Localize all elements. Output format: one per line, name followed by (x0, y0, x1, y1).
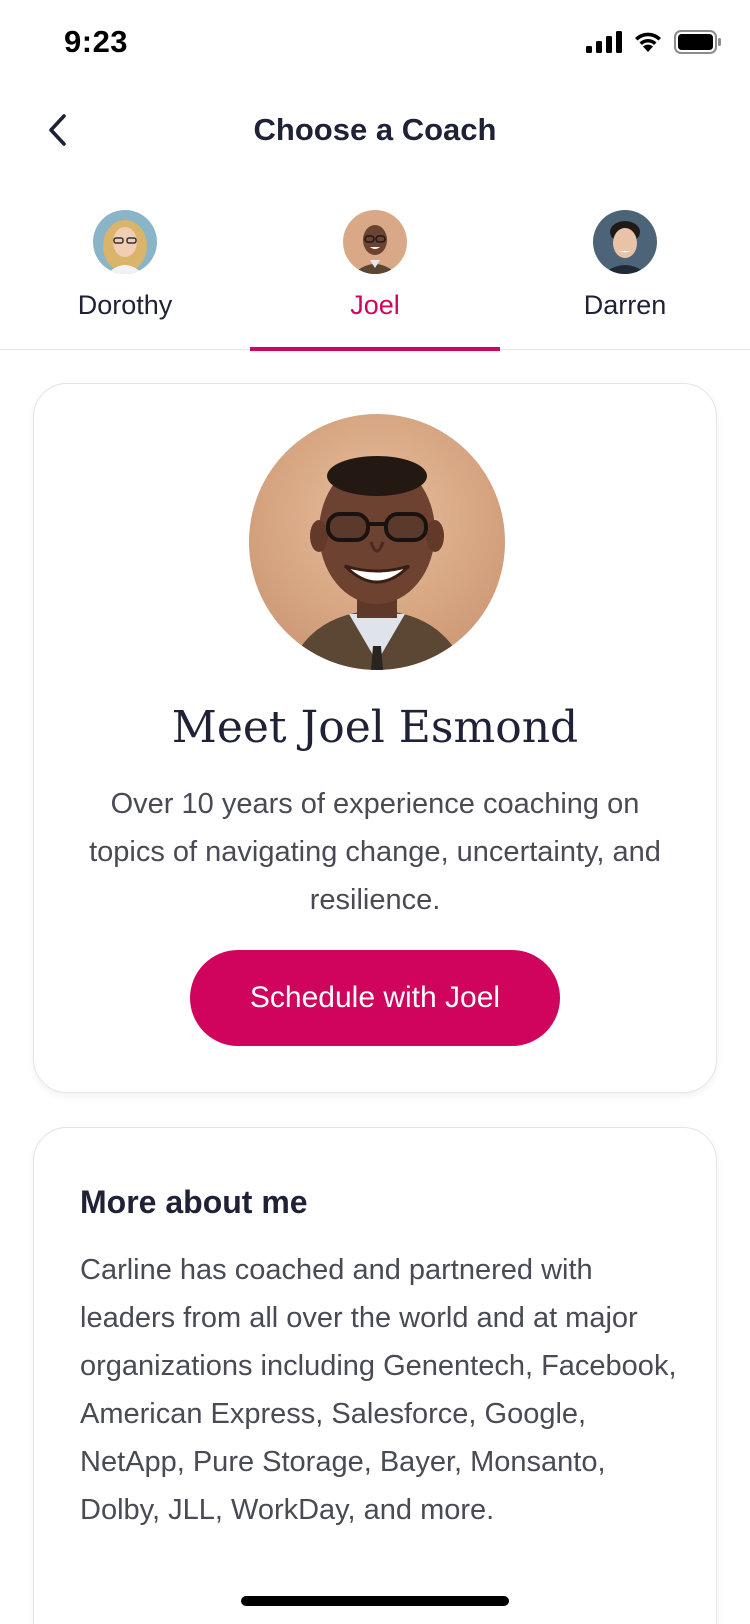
wifi-icon (635, 32, 661, 52)
active-tab-indicator (250, 347, 500, 351)
status-time: 9:23 (64, 24, 129, 59)
avatar-darren (593, 210, 657, 274)
coach-name-heading: Meet Joel Esmond (171, 702, 579, 753)
about-heading: More about me (80, 1184, 308, 1220)
navigation-bar: Choose a Coach (0, 92, 750, 172)
tab-darren[interactable]: Darren (500, 200, 750, 350)
avatar-joel (343, 210, 407, 274)
battery-icon (674, 30, 721, 54)
home-indicator[interactable] (241, 1596, 509, 1606)
coach-summary: Over 10 years of experience coaching on … (89, 788, 661, 916)
tab-label: Darren (583, 290, 667, 320)
tab-label: Joel (350, 290, 400, 320)
page-title: Choose a Coach (253, 112, 497, 147)
tab-dorothy[interactable]: Dorothy (0, 200, 250, 350)
coach-intro-card: Meet Joel Esmond Over 10 years of experi… (33, 383, 717, 1093)
status-bar: 9:23 (0, 0, 750, 92)
schedule-button[interactable]: Schedule with Joel (190, 950, 560, 1046)
coach-tabs: Dorothy Joel Darren (0, 200, 750, 351)
coach-portrait (249, 414, 505, 670)
about-card: More about me Carline has coached and pa… (33, 1127, 717, 1624)
cellular-signal-icon (586, 31, 622, 53)
status-icons (586, 30, 722, 54)
avatar-dorothy (93, 210, 157, 274)
tab-label: Dorothy (77, 290, 173, 320)
tab-joel[interactable]: Joel (250, 200, 500, 351)
about-body: Carline has coached and partnered with l… (80, 1254, 677, 1526)
